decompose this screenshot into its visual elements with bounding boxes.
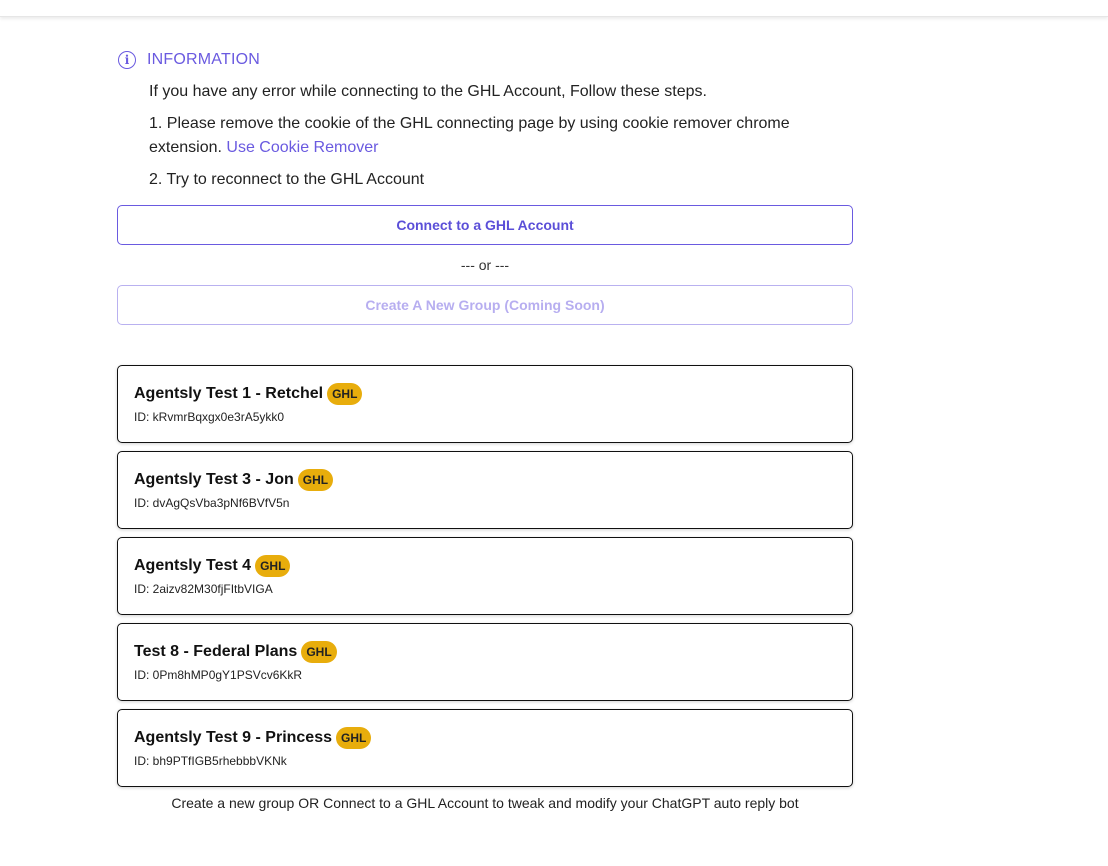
group-card[interactable]: Agentsly Test 1 - Retchel GHL ID: kRvmrB…: [117, 365, 853, 443]
or-separator: --- or ---: [460, 257, 510, 273]
ghl-badge: GHL: [327, 383, 363, 405]
group-title-row: Agentsly Test 4 GHL: [134, 554, 836, 578]
group-id: ID: 0Pm8hMP0gY1PSVcv6KkR: [134, 668, 303, 682]
group-name: Agentsly Test 9 - Princess: [134, 729, 332, 746]
connect-ghl-button[interactable]: Connect to a GHL Account: [117, 205, 853, 245]
info-step-2: 2. Try to reconnect to the GHL Account: [149, 171, 425, 188]
info-intro: If you have any error while connecting t…: [149, 83, 707, 100]
group-title-row: Test 8 - Federal Plans GHL: [134, 640, 836, 664]
group-name: Agentsly Test 3 - Jon: [134, 471, 294, 488]
group-card[interactable]: Agentsly Test 3 - Jon GHL ID: dvAgQsVba3…: [117, 451, 853, 529]
group-card[interactable]: Test 8 - Federal Plans GHL ID: 0Pm8hMP0g…: [117, 623, 853, 701]
group-id: ID: bh9PTfIGB5rhebbbVKNk: [134, 754, 287, 768]
group-id: ID: 2aizv82M30fjFItbVIGA: [134, 582, 273, 596]
main-content: i INFORMATION If you have any error whil…: [117, 47, 853, 811]
info-title: INFORMATION: [147, 51, 261, 68]
group-title-row: Agentsly Test 9 - Princess GHL: [134, 726, 836, 750]
group-id: ID: dvAgQsVba3pNf6BVfV5n: [134, 496, 290, 510]
info-header: i INFORMATION: [117, 47, 853, 73]
group-list: Agentsly Test 1 - Retchel GHL ID: kRvmrB…: [117, 365, 853, 787]
group-card[interactable]: Agentsly Test 9 - Princess GHL ID: bh9PT…: [117, 709, 853, 787]
group-name: Agentsly Test 4: [134, 557, 252, 574]
group-name: Agentsly Test 1 - Retchel: [134, 385, 324, 402]
top-bar: [0, 0, 1108, 17]
ghl-badge: GHL: [255, 555, 291, 577]
group-title-row: Agentsly Test 1 - Retchel GHL: [134, 382, 836, 406]
info-icon: i: [118, 51, 136, 69]
footer-note: Create a new group OR Connect to a GHL A…: [171, 795, 799, 811]
ghl-badge: GHL: [301, 641, 337, 663]
ghl-badge: GHL: [297, 469, 334, 491]
group-name: Test 8 - Federal Plans: [134, 643, 298, 660]
ghl-badge: GHL: [336, 727, 372, 749]
create-group-button[interactable]: Create A New Group (Coming Soon): [117, 285, 853, 325]
info-step-1: 1. Please remove the cookie of the GHL c…: [149, 112, 809, 160]
group-title-row: Agentsly Test 3 - Jon GHL: [134, 468, 836, 492]
group-card[interactable]: Agentsly Test 4 GHL ID: 2aizv82M30fjFItb…: [117, 537, 853, 615]
info-body: If you have any error while connecting t…: [149, 80, 809, 192]
cookie-remover-link[interactable]: Use Cookie Remover: [226, 139, 378, 156]
group-id: ID: kRvmrBqxgx0e3rA5ykk0: [134, 410, 285, 424]
